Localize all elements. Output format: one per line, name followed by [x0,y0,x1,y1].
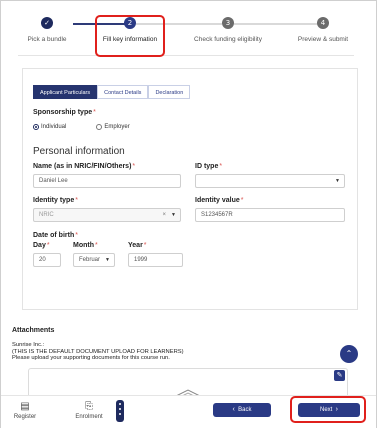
step-3-number: 3 [222,17,234,29]
id-type-select[interactable]: ▼ [195,174,345,188]
register-label: Register [13,414,37,420]
name-input[interactable]: Daniel Lee [33,174,181,188]
month-label: Month* [73,242,98,249]
year-input[interactable]: 1999 [128,253,183,267]
radio-individual[interactable]: Individual [33,124,66,130]
identity-value-label: Identity value* [195,197,244,204]
enrolment-label: Enrolment [75,414,103,420]
register-nav-item[interactable]: ▤ Register [5,401,45,420]
edit-icon[interactable]: ✎ [334,370,345,381]
date-of-birth-label: Date of birth* [33,232,78,239]
chevron-down-icon: ▼ [335,178,340,184]
radio-employer[interactable]: Employer [96,124,130,130]
step-pick-bundle[interactable]: ✓ Pick a bundle [2,8,92,43]
form-tabs: Applicant Particulars Contact Details De… [33,85,191,99]
id-type-label: ID type* [195,163,223,170]
more-options-icon[interactable] [116,400,124,422]
tab-applicant-particulars[interactable]: Applicant Particulars [33,85,98,99]
step-check-funding[interactable]: 3 Check funding eligibility [183,8,273,43]
identity-type-select[interactable]: NRIC × ▼ [33,208,181,222]
register-icon: ▤ [20,401,30,412]
step-1-check-icon: ✓ [41,17,53,29]
name-label: Name (as in NRIC/FIN/Others)* [33,163,136,170]
chevron-down-icon: ▼ [105,257,110,263]
progress-stepper: ✓ Pick a bundle 2 Fill key information 3… [18,8,354,56]
scroll-to-top-button[interactable]: ⌃ [340,345,358,363]
month-select[interactable]: Februar ▼ [73,253,115,267]
next-highlight-annotation [290,396,366,423]
day-input[interactable]: 20 [33,253,61,267]
identity-type-label: Identity type* [33,197,78,204]
tab-declaration[interactable]: Declaration [148,85,191,99]
step-4-number: 4 [317,17,329,29]
tab-contact-details[interactable]: Contact Details [97,85,149,99]
chevron-down-icon: ▼ [171,212,176,218]
applicant-form-card: Applicant Particulars Contact Details De… [22,68,358,310]
chevron-left-icon: ‹ [232,406,235,413]
back-button[interactable]: ‹ Back [213,403,271,417]
sponsorship-radio-group: Individual Employer [33,124,130,130]
step-highlight-annotation [95,15,165,57]
identity-value-input[interactable]: S1234567R [195,208,345,222]
enrolment-icon: ⎘ [85,401,93,412]
personal-information-heading: Personal information [33,146,125,157]
step-1-label: Pick a bundle [27,36,67,43]
step-preview-submit[interactable]: 4 Preview & submit [278,8,368,43]
radio-dot-employer[interactable] [96,124,103,130]
year-label: Year* [128,242,147,249]
attachments-heading: Attachments [12,327,55,334]
clear-icon[interactable]: × [162,209,166,221]
step-3-label: Check funding eligibility [194,36,262,43]
step-4-label: Preview & submit [297,36,349,43]
day-label: Day* [33,242,50,249]
enrolment-nav-item[interactable]: ⎘ Enrolment [69,401,109,420]
radio-dot-individual[interactable] [33,124,39,130]
attachments-note: Sunrise Inc.: (THIS IS THE DEFAULT DOCUM… [12,342,184,361]
sponsorship-type-label: Sponsorship type* [33,109,96,116]
